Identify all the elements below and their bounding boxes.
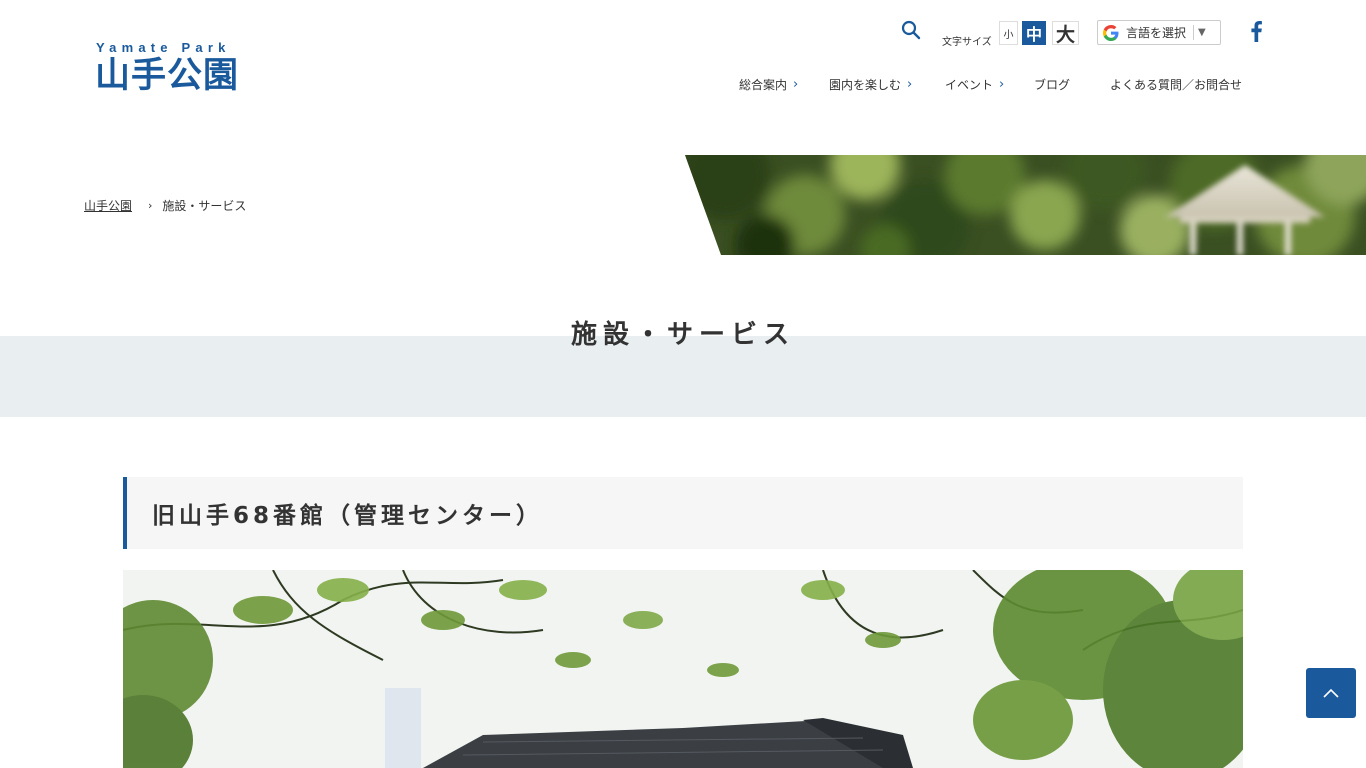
google-g-icon: [1102, 24, 1120, 42]
dropdown-arrow-icon: ▼: [1198, 27, 1206, 38]
chevron-right-icon: ›: [999, 76, 1005, 92]
hero-banner-image: [685, 155, 1366, 255]
language-select-divider: [1193, 25, 1195, 40]
chevron-right-icon: ›: [907, 76, 913, 92]
nav-item-label: ブログ: [1034, 77, 1071, 92]
font-size-small-button[interactable]: 小: [999, 21, 1018, 45]
nav-item-label: 総合案内: [739, 77, 788, 92]
chevron-right-icon: ›: [148, 199, 153, 212]
page-title: 施設・サービス: [570, 320, 795, 350]
language-select-label: 言語を選択: [1126, 26, 1187, 40]
font-size-label: 文字サイズ: [942, 37, 992, 48]
nav-item-label: イベント: [945, 77, 994, 92]
breadcrumb-current: 施設・サービス: [162, 199, 247, 213]
font-size-medium-button[interactable]: 中: [1022, 21, 1046, 45]
facebook-icon[interactable]: [1247, 20, 1267, 42]
nav-item-faq-contact[interactable]: よくある質問／お問合せ: [1110, 74, 1242, 94]
nav-item-label: よくある質問／お問合せ: [1110, 77, 1243, 92]
chevron-up-icon: [1323, 688, 1339, 698]
logo-english: Yamate Park: [96, 40, 231, 55]
search-icon[interactable]: [901, 20, 921, 40]
back-to-top-button[interactable]: [1306, 668, 1356, 718]
language-select[interactable]: 言語を選択 ▼: [1097, 20, 1221, 45]
font-size-large-button[interactable]: 大: [1052, 21, 1079, 46]
breadcrumb-home-link[interactable]: 山手公園: [84, 197, 132, 214]
chevron-right-icon: ›: [793, 76, 799, 92]
nav-item-blog[interactable]: ブログ: [1034, 74, 1070, 94]
nav-item-events[interactable]: イベント ›: [945, 74, 1004, 94]
logo-japanese: 山手公園: [95, 56, 240, 96]
breadcrumb: 山手公園 › 施設・サービス: [84, 197, 246, 214]
nav-item-general-info[interactable]: 総合案内 ›: [739, 74, 798, 94]
site-logo[interactable]: Yamate Park 山手公園: [95, 40, 276, 100]
nav-item-label: 園内を楽しむ: [829, 77, 902, 92]
nav-item-enjoy-park[interactable]: 園内を楽しむ ›: [829, 74, 912, 94]
section-heading: 旧山手68番館（管理センター）: [123, 477, 1243, 549]
facility-photo: [123, 570, 1243, 768]
